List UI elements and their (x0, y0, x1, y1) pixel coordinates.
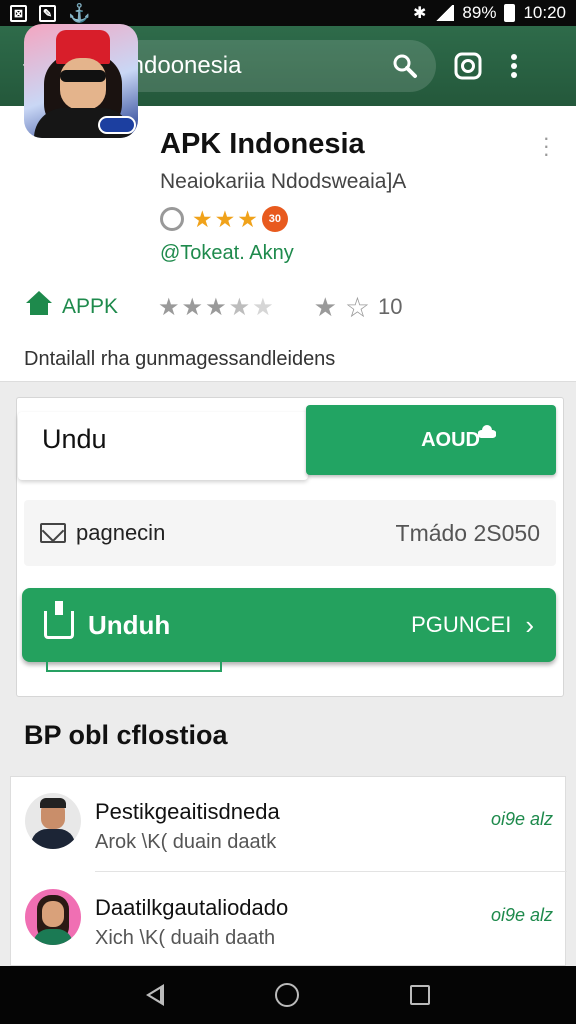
list-item-subtitle: Arok \K( duain daatk (95, 831, 277, 853)
app-title: APK Indonesia (160, 128, 365, 160)
home-circle-icon[interactable] (274, 983, 299, 1007)
list-item-subtitle: Xich \K( duaih daath (95, 927, 276, 949)
cloud-upload-icon (478, 425, 496, 438)
home-icon (24, 289, 54, 325)
list-item[interactable]: Pestikgeaitisdneda Arok \K( duain daatk … (11, 777, 567, 872)
app-description: Dntailall rha gunmagessandleidens (24, 348, 336, 370)
search-icon[interactable] (392, 53, 418, 79)
star-icon: ★ (237, 206, 258, 232)
avatar (25, 889, 81, 945)
star-outline-icon[interactable]: ☆ (345, 291, 370, 324)
meta-count: 10 (378, 294, 403, 319)
star-icon: ★ (313, 291, 337, 322)
info-row[interactable]: pagnecin Tmádo 2S050 (24, 500, 556, 566)
developer-link[interactable]: @Tokeat. Akny (160, 242, 294, 265)
battery-icon (504, 4, 516, 22)
overflow-menu-icon[interactable] (510, 53, 518, 79)
download-button-label: Unduh (88, 609, 171, 640)
anchor-icon: ⚓ (68, 2, 91, 23)
bluetooth-icon: ✱ (413, 5, 427, 22)
divider (95, 871, 567, 872)
section-title: BP obl cflostioa (24, 720, 228, 750)
star-icon: ★ (214, 206, 236, 232)
battery-percent: 89% (462, 3, 497, 22)
star-icon: ★ (192, 206, 213, 232)
app-icon[interactable] (24, 24, 138, 138)
back-icon[interactable] (145, 984, 164, 1006)
download-label: Undu (42, 424, 107, 454)
list-item-meta: oi9e alz (490, 809, 553, 829)
system-nav-bar (0, 966, 576, 1024)
list-item-title: Daatilkgautaliodado (95, 895, 289, 920)
edit-icon: ✎ (39, 4, 56, 22)
mail-check-icon (40, 523, 66, 543)
gallery-icon: ⊠ (10, 4, 27, 22)
rating-ring-icon (160, 207, 184, 231)
info-right: Tmádo 2S050 (395, 519, 540, 546)
meta-label: APPK (62, 295, 119, 318)
app-icon-badge (98, 116, 136, 134)
app-rating: ★ ★ ★ 30 (160, 206, 288, 232)
app-subtitle: Neaiokariia Ndodsweaia]A (160, 170, 407, 193)
instagram-icon[interactable] (454, 52, 482, 80)
status-bar: ⊠ ✎ ⚓ ✱ 89% 10:20 (0, 0, 576, 26)
list-item[interactable]: Daatilkgautaliodado Xich \K( duaih daath… (11, 873, 567, 967)
gray-stars: ★★★★★ (158, 293, 276, 321)
chevron-right-icon: › (525, 609, 534, 640)
info-left: pagnecin (76, 520, 166, 545)
rating-chip: 30 (261, 206, 288, 232)
more-options-icon[interactable]: · · · (543, 127, 550, 165)
list-item-meta: oi9e alz (490, 905, 553, 925)
avatar (25, 793, 81, 849)
signal-icon (434, 5, 455, 21)
recents-icon[interactable] (410, 985, 431, 1005)
comment-list: Pestikgeaitisdneda Arok \K( duain daatk … (10, 776, 567, 967)
download-button[interactable]: Unduh PGUNCEI › (22, 588, 556, 662)
add-button[interactable]: AOUD (306, 405, 556, 475)
download-progress (46, 662, 222, 672)
url-text: Indoonesia (124, 52, 242, 79)
list-item-title: Pestikgeaitisdneda (95, 799, 280, 824)
app-meta-row: APPK ★★★★★ ★ ☆ 10 (24, 290, 564, 324)
add-button-label: AOUD (421, 428, 480, 451)
download-button-secondary: PGUNCEI (411, 612, 512, 637)
download-icon (44, 601, 74, 639)
clock: 10:20 (523, 3, 566, 22)
